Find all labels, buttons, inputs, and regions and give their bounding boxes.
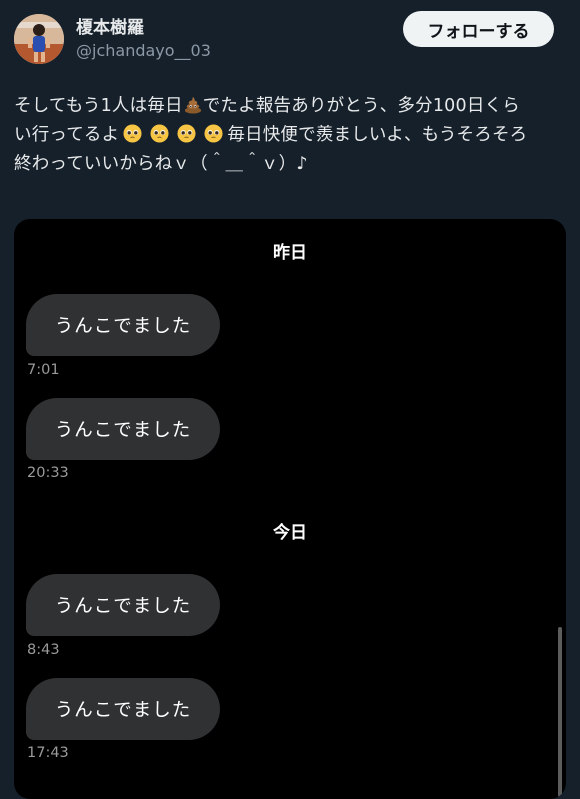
tweet-header: 榎本樹羅 @jchandayo__03 フォローする bbox=[0, 0, 580, 80]
tweet-line-1: そしてもう1人は毎日 でたよ報告ありがとう、多分100日くら bbox=[14, 92, 570, 121]
message-time: 17:43 bbox=[27, 745, 69, 761]
tweet-line-3: 終わっていいからねｖ（＾＿＾ｖ）♪ bbox=[14, 154, 308, 174]
follow-button[interactable]: フォローする bbox=[403, 11, 554, 47]
chat-bubble: うんこでました bbox=[26, 398, 220, 460]
tweet-text-segment: い行ってるよ bbox=[14, 125, 120, 145]
tweet-line-2: い行ってるよ 毎日快便で羨ましいよ、もうそろそろ bbox=[14, 121, 570, 150]
pleading-face-emoji-icon bbox=[150, 124, 169, 143]
scrollbar[interactable] bbox=[558, 627, 562, 797]
avatar[interactable] bbox=[14, 14, 64, 64]
date-separator: 今日 bbox=[273, 523, 307, 543]
message-time: 20:33 bbox=[27, 465, 69, 481]
user-handle[interactable]: @jchandayo__03 bbox=[76, 41, 211, 61]
tweet-text-segment: そしてもう1人は毎日 bbox=[14, 96, 183, 116]
date-separator: 昨日 bbox=[273, 243, 307, 263]
message-time: 8:43 bbox=[27, 642, 60, 658]
message-time: 7:01 bbox=[27, 362, 60, 378]
pleading-face-emoji-icon bbox=[177, 124, 196, 143]
display-name[interactable]: 榎本樹羅 bbox=[76, 17, 144, 39]
chat-bubble: うんこでました bbox=[26, 678, 220, 740]
pleading-face-emoji-icon bbox=[204, 124, 223, 143]
tweet-text-segment: 毎日快便で羨ましいよ、もうそろそろ bbox=[227, 125, 528, 145]
chat-screenshot-image[interactable]: 昨日 うんこでました 7:01 うんこでました 20:33 今日 うんこでました… bbox=[14, 219, 566, 799]
pleading-face-emoji-icon bbox=[123, 124, 142, 143]
poop-emoji-icon bbox=[184, 96, 201, 114]
tweet-text: そしてもう1人は毎日 でたよ報告ありがとう、多分100日くら い行ってるよ 毎日… bbox=[14, 92, 570, 179]
chat-bubble: うんこでました bbox=[26, 574, 220, 636]
tweet-text-segment: でたよ報告ありがとう、多分100日くら bbox=[202, 96, 520, 116]
chat-bubble: うんこでました bbox=[26, 294, 220, 356]
